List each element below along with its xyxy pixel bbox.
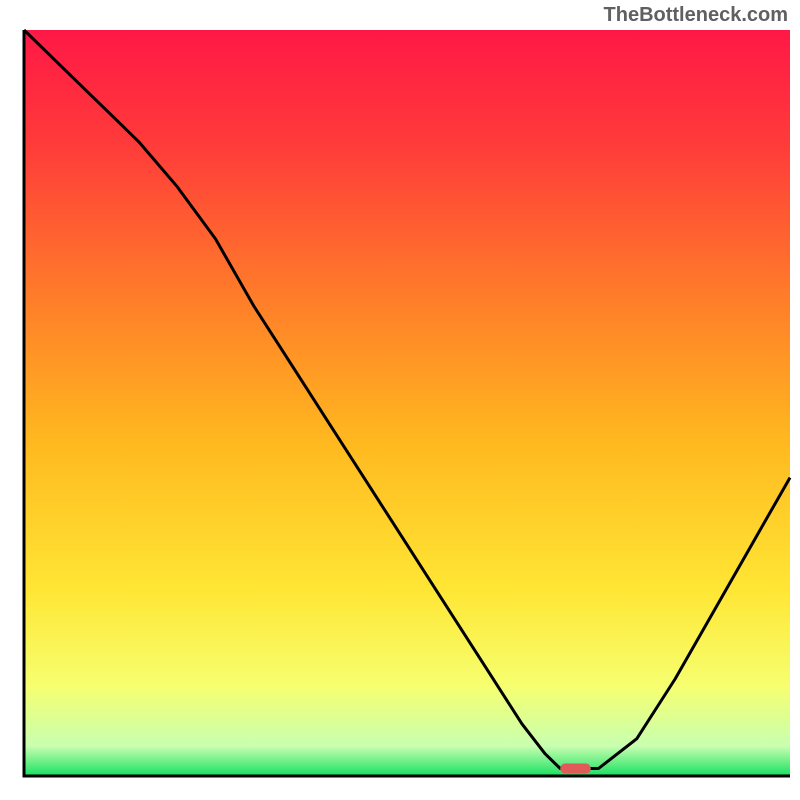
chart-container: TheBottleneck.com (0, 0, 800, 800)
bottleneck-chart (0, 0, 800, 800)
watermark-text: TheBottleneck.com (604, 4, 788, 27)
optimal-marker (560, 764, 591, 774)
